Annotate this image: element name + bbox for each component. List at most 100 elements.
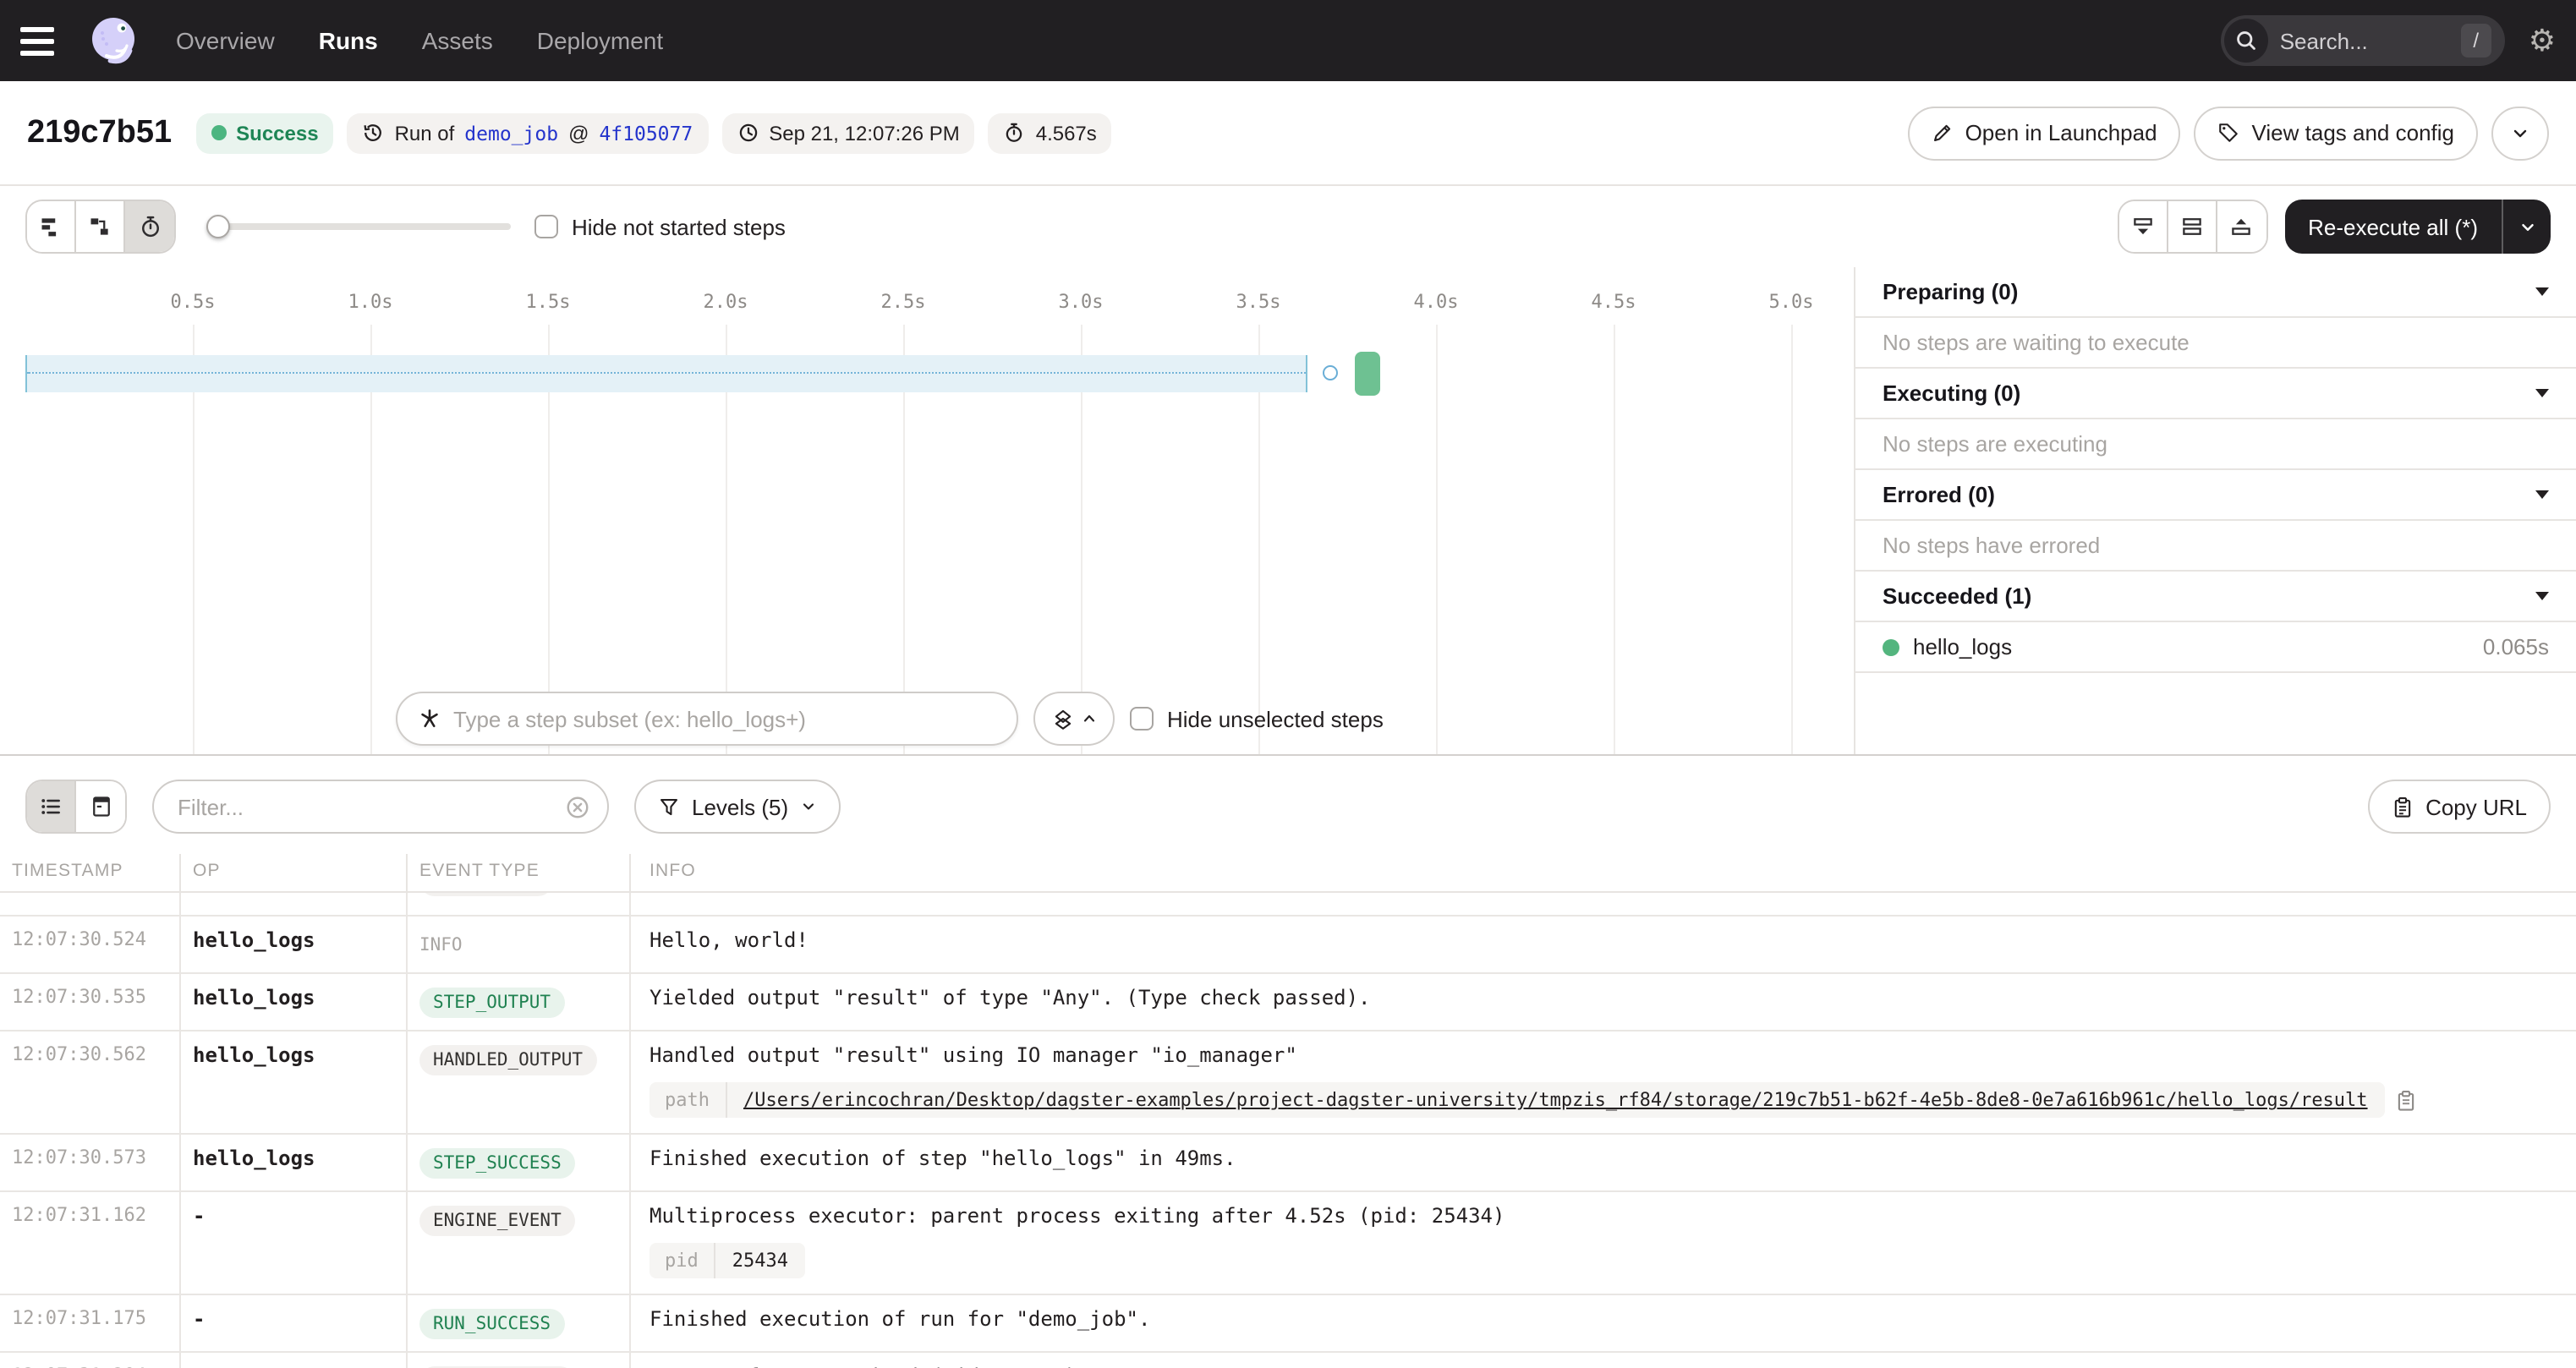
top-nav: Overview Runs Assets Deployment Search... /… xyxy=(0,0,2576,81)
step-list-item[interactable]: hello_logs0.065s xyxy=(1855,622,2576,673)
axis-tick-label: 3.0s xyxy=(1059,291,1104,313)
chevron-down-icon xyxy=(800,798,817,815)
status-dot-icon xyxy=(211,125,226,140)
log-op: - xyxy=(181,1353,408,1368)
search-shortcut-badge: / xyxy=(2461,24,2491,57)
status-section-header[interactable]: Errored (0) xyxy=(1855,470,2576,521)
log-row[interactable]: 12:07:31.204-ENGINE_EVENTProcess for run… xyxy=(0,1353,2576,1368)
log-column-header: TIMESTAMP xyxy=(0,854,181,891)
funnel-icon xyxy=(658,796,680,818)
chevron-down-icon xyxy=(2510,123,2530,143)
copy-url-button[interactable]: Copy URL xyxy=(2368,780,2551,834)
chevron-up-icon xyxy=(1080,710,1097,727)
axis-tick-label: 4.0s xyxy=(1414,291,1459,313)
copy-path-icon[interactable] xyxy=(2395,1088,2417,1112)
dagster-logo-icon[interactable] xyxy=(85,12,142,69)
axis-tick-label: 0.5s xyxy=(171,291,216,313)
nav-tab-deployment[interactable]: Deployment xyxy=(537,27,663,54)
log-event-type-cell: ENGINE_EVENT xyxy=(408,1192,631,1294)
status-section-header[interactable]: Succeeded (1) xyxy=(1855,572,2576,622)
log-view-mode-group xyxy=(25,780,127,834)
log-row[interactable]: 12:07:31.162-ENGINE_EVENTMultiprocess ex… xyxy=(0,1192,2576,1295)
panel-layout-group xyxy=(2117,200,2267,254)
run-header: 219c7b51 Success Run of demo_job @ 4f105… xyxy=(0,81,2576,186)
log-info-text: Handled output "result" using IO manager… xyxy=(649,1043,2569,1067)
nav-tab-runs[interactable]: Runs xyxy=(319,27,378,54)
log-list-view-button[interactable] xyxy=(27,781,76,832)
log-event-type-cell: RUN_SUCCESS xyxy=(408,1295,631,1351)
hide-not-started-checkbox[interactable]: Hide not started steps xyxy=(534,214,786,239)
axis-tick-label: 2.0s xyxy=(704,291,748,313)
reexecute-dropdown-button[interactable] xyxy=(2503,200,2551,254)
axis-tick-label: 3.5s xyxy=(1236,291,1281,313)
reexecute-split-button: Re-execute all (*) xyxy=(2284,200,2551,254)
open-in-launchpad-button[interactable]: Open in Launchpad xyxy=(1908,106,2181,160)
step-bar-hello-logs[interactable] xyxy=(1355,352,1380,396)
clear-filter-icon[interactable] xyxy=(565,794,590,819)
collapse-bottom-button[interactable] xyxy=(2118,201,2168,252)
log-op: hello_logs xyxy=(181,917,408,972)
metadata-label: path xyxy=(649,1082,726,1118)
levels-dropdown-button[interactable]: Levels (5) xyxy=(634,780,841,834)
search-input[interactable]: Search... / xyxy=(2221,15,2505,66)
log-column-header: INFO xyxy=(631,854,2576,891)
log-structured-view-button[interactable] xyxy=(76,781,125,832)
log-row[interactable]: 12:07:31.175-RUN_SUCCESSFinished executi… xyxy=(0,1295,2576,1353)
step-subset-placeholder: Type a step subset (ex: hello_logs+) xyxy=(453,706,806,731)
log-row[interactable]: 12:07:30.524hello_logsINFOHello, world! xyxy=(0,917,2576,974)
graph-query-toggle-button[interactable] xyxy=(1033,692,1115,746)
flat-view-button[interactable] xyxy=(27,201,76,252)
status-section-header[interactable]: Executing (0) xyxy=(1855,369,2576,419)
timed-view-button[interactable] xyxy=(125,201,174,252)
status-section-title: Errored (0) xyxy=(1883,482,2535,507)
event-type-badge: STEP_OUTPUT xyxy=(419,988,564,1018)
menu-icon[interactable] xyxy=(20,19,64,63)
view-tags-config-button[interactable]: View tags and config xyxy=(2195,106,2478,160)
zoom-slider-knob[interactable] xyxy=(206,215,230,238)
metadata-value[interactable]: /Users/erincochran/Desktop/dagster-examp… xyxy=(726,1082,2385,1118)
log-timestamp xyxy=(0,893,181,915)
status-section-header[interactable]: Preparing (0) xyxy=(1855,267,2576,318)
collapse-top-button[interactable] xyxy=(2217,201,2266,252)
step-subset-input[interactable]: Type a step subset (ex: hello_logs+) xyxy=(396,692,1018,746)
gantt-toolbar: Hide not started steps Re-execute all (*… xyxy=(0,186,2576,267)
event-type-badge: STEP_START xyxy=(419,893,553,896)
structured-view-icon xyxy=(89,795,112,818)
waterfall-view-button[interactable] xyxy=(76,201,125,252)
status-section-empty-text: No steps have errored xyxy=(1855,521,2576,572)
split-panels-button[interactable] xyxy=(2168,201,2217,252)
reexecute-all-button[interactable]: Re-execute all (*) xyxy=(2284,200,2503,254)
log-filter-input[interactable]: Filter... xyxy=(152,780,609,834)
zoom-slider[interactable] xyxy=(206,215,511,238)
log-info-text: Yielded output "result" of type "Any". (… xyxy=(649,986,2569,1010)
job-link[interactable]: demo_job xyxy=(464,121,558,145)
nav-tab-overview[interactable]: Overview xyxy=(176,27,275,54)
log-row[interactable]: STEP_STARTStarted execution of step "hel… xyxy=(0,893,2576,917)
log-info-text: Process for run exited (pid: 25434). xyxy=(649,1365,2569,1368)
gantt-chart[interactable]: 0.5s1.0s1.5s2.0s2.5s3.0s3.5s4.0s4.5s5.0s… xyxy=(0,267,1855,754)
log-event-type-cell: HANDLED_OUTPUT xyxy=(408,1031,631,1133)
log-timestamp: 12:07:31.162 xyxy=(0,1192,181,1294)
checkbox-icon xyxy=(534,215,558,238)
log-row[interactable]: 12:07:30.535hello_logsSTEP_OUTPUTYielded… xyxy=(0,974,2576,1031)
chevron-down-icon xyxy=(2535,389,2549,397)
hide-unselected-checkbox[interactable]: Hide unselected steps xyxy=(1130,706,1384,731)
log-info-text: Finished execution of run for "demo_job"… xyxy=(649,1307,2569,1331)
clipboard-icon xyxy=(2392,796,2414,818)
log-metadata-row: path/Users/erincochran/Desktop/dagster-e… xyxy=(649,1082,2569,1118)
collapse-bottom-icon xyxy=(2130,215,2154,238)
log-row[interactable]: 12:07:30.573hello_logsSTEP_SUCCESSFinish… xyxy=(0,1135,2576,1192)
log-row[interactable]: 12:07:30.562hello_logsHANDLED_OUTPUTHand… xyxy=(0,1031,2576,1135)
gear-icon[interactable]: ⚙ xyxy=(2529,25,2556,56)
log-op: - xyxy=(181,1295,408,1351)
log-table-body: STEP_STARTStarted execution of step "hel… xyxy=(0,893,2576,1368)
log-timestamp: 12:07:30.562 xyxy=(0,1031,181,1133)
axis-tick-label: 5.0s xyxy=(1769,291,1814,313)
log-op: hello_logs xyxy=(181,1135,408,1190)
commit-link[interactable]: 4f105077 xyxy=(599,121,693,145)
search-placeholder: Search... xyxy=(2280,28,2461,53)
nav-tab-assets[interactable]: Assets xyxy=(422,27,493,54)
run-actions-dropdown-button[interactable] xyxy=(2491,106,2549,160)
log-op xyxy=(181,893,408,915)
run-of-tag: Run of demo_job @ 4f105077 xyxy=(348,112,709,153)
